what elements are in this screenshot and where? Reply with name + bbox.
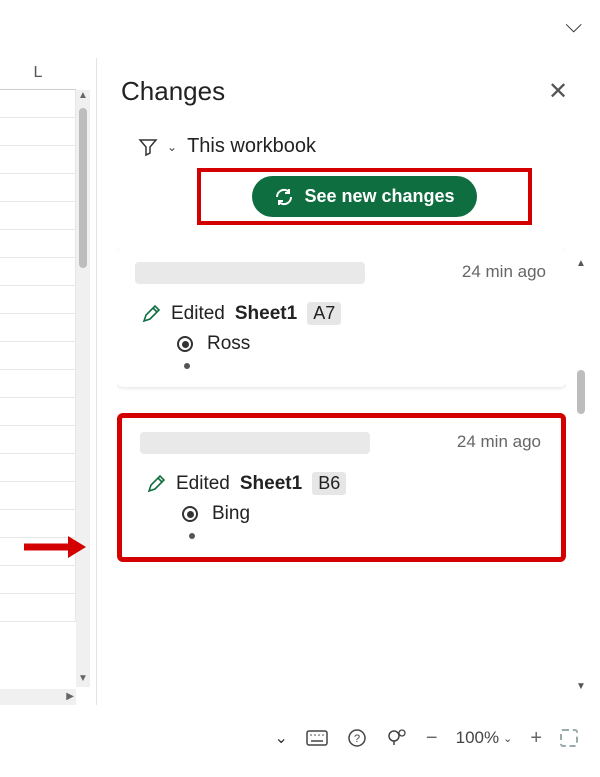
- zoom-in-button[interactable]: +: [530, 727, 542, 750]
- see-new-changes-button[interactable]: See new changes: [252, 176, 476, 217]
- chevron-down-icon: ⌄: [503, 732, 512, 745]
- scroll-down-icon[interactable]: ▼: [575, 681, 587, 695]
- ribbon-collapse-chevron-icon[interactable]: ⌵: [565, 12, 582, 38]
- help-icon[interactable]: ?: [346, 727, 368, 749]
- history-trail-icon: [189, 533, 543, 539]
- scroll-thumb[interactable]: [79, 108, 87, 268]
- worksheet-horizontal-scrollbar[interactable]: ▶: [0, 689, 76, 705]
- scroll-down-icon[interactable]: ▼: [78, 673, 88, 687]
- history-trail-icon: [184, 363, 548, 369]
- see-new-changes-label: See new changes: [304, 186, 454, 207]
- change-cell: B6: [312, 472, 346, 495]
- changes-pane: Changes ✕ ⌄ This workbook See new change…: [96, 58, 592, 705]
- zoom-value: 100%: [456, 728, 499, 748]
- worksheet-vertical-scrollbar[interactable]: ▲ ▼: [76, 90, 90, 687]
- fullscreen-icon[interactable]: [560, 729, 578, 747]
- change-cell: A7: [307, 302, 341, 325]
- change-sheet: Sheet1: [235, 303, 297, 325]
- changes-list: 24 min ago Edited Sheet1 A7 Ross 24 min …: [117, 248, 566, 697]
- close-icon[interactable]: ✕: [544, 77, 572, 106]
- refresh-icon: [274, 187, 294, 207]
- scroll-thumb[interactable]: [577, 370, 585, 414]
- pane-title: Changes: [121, 76, 544, 107]
- worksheet-cells[interactable]: [0, 90, 76, 687]
- change-value: Bing: [212, 503, 250, 525]
- pane-scrollbar[interactable]: ▲ ▼: [574, 258, 588, 695]
- annotation-arrow-icon: [24, 536, 86, 558]
- chevron-down-icon[interactable]: ⌄: [275, 728, 288, 748]
- column-header[interactable]: L: [0, 58, 76, 90]
- zoom-dropdown[interactable]: 100% ⌄: [456, 728, 513, 748]
- annotation-highlight-box: See new changes: [197, 168, 532, 225]
- change-card[interactable]: 24 min ago Edited Sheet1 B6 Bing: [117, 413, 566, 562]
- change-action: Edited: [176, 473, 230, 495]
- change-time: 24 min ago: [457, 432, 541, 452]
- zoom-out-button[interactable]: −: [426, 727, 438, 750]
- current-value-icon: [177, 336, 193, 352]
- change-card[interactable]: 24 min ago Edited Sheet1 A7 Ross: [117, 248, 566, 387]
- current-value-icon: [182, 506, 198, 522]
- change-action: Edited: [171, 303, 225, 325]
- pencil-icon: [146, 474, 166, 494]
- change-sheet: Sheet1: [240, 473, 302, 495]
- change-value: Ross: [207, 333, 250, 355]
- feedback-icon[interactable]: [386, 727, 408, 749]
- scroll-up-icon[interactable]: ▲: [575, 258, 587, 272]
- filter-dropdown[interactable]: ⌄ This workbook: [97, 111, 592, 158]
- pencil-icon: [141, 304, 161, 324]
- filter-label: This workbook: [187, 135, 316, 158]
- scroll-right-icon[interactable]: ▶: [66, 691, 74, 702]
- author-placeholder: [140, 432, 370, 454]
- author-placeholder: [135, 262, 365, 284]
- chevron-down-icon: ⌄: [167, 140, 177, 154]
- status-bar: ⌄ ? − 100% ⌄ +: [96, 719, 592, 757]
- svg-text:?: ?: [354, 733, 360, 745]
- scroll-up-icon[interactable]: ▲: [78, 90, 88, 104]
- change-time: 24 min ago: [462, 262, 546, 282]
- keyboard-icon[interactable]: [306, 727, 328, 749]
- filter-icon: [139, 138, 157, 156]
